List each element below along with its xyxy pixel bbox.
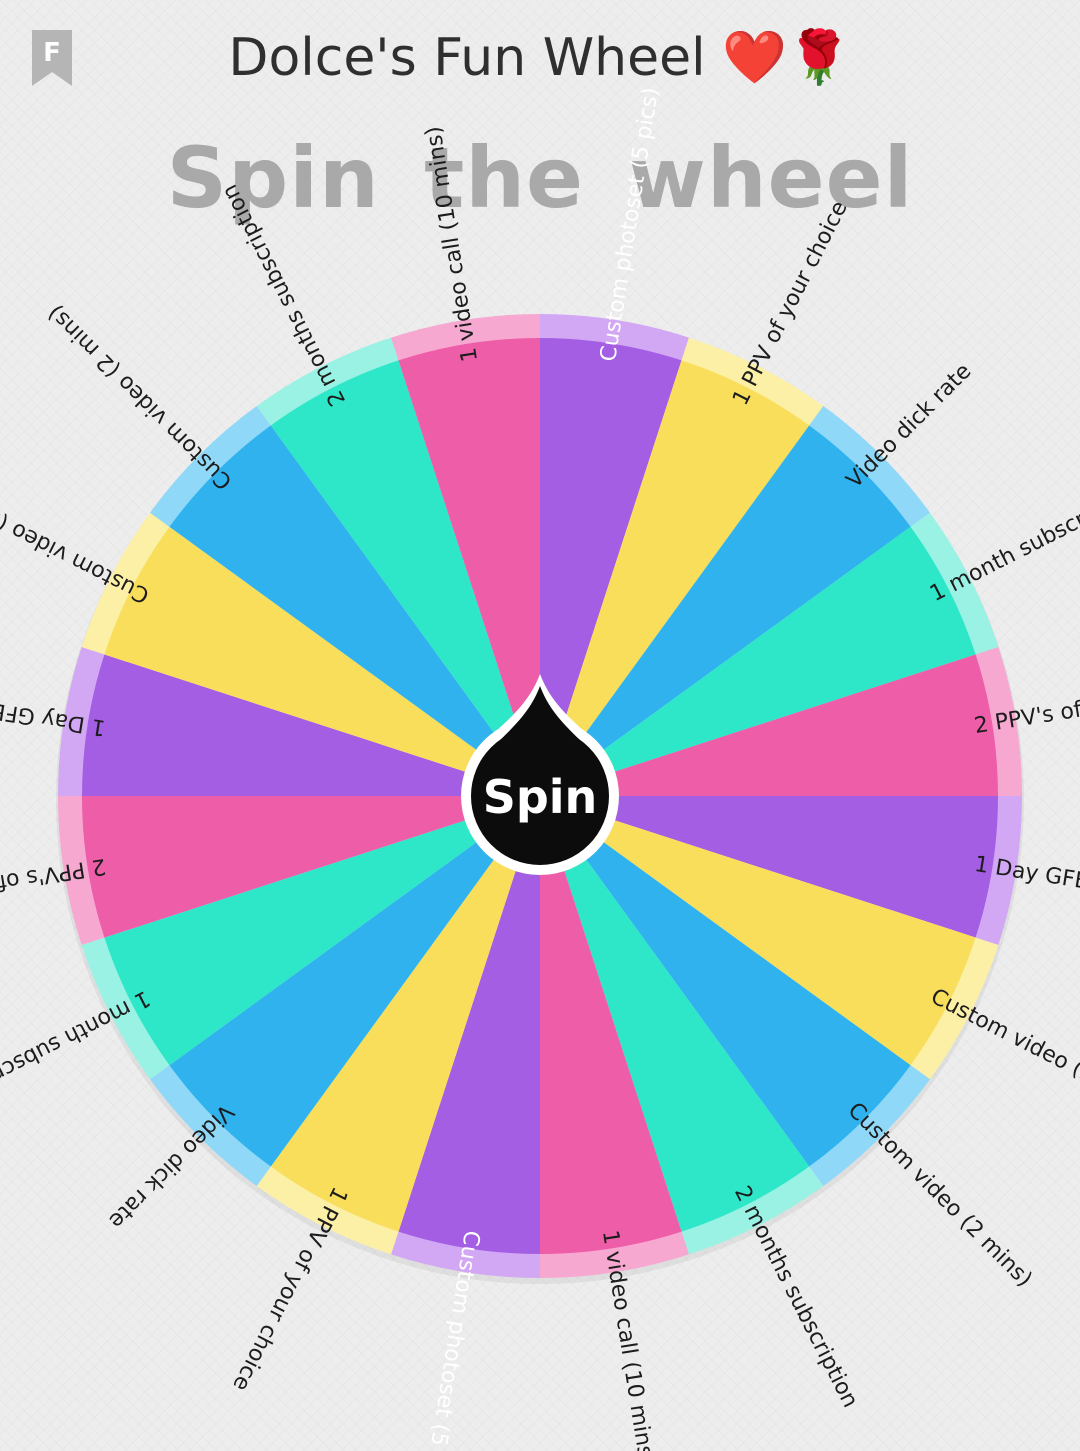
wheel-segment-label: 1 PPV of your choice xyxy=(728,197,853,409)
wheel-segment-label: 2 months subscription xyxy=(729,1182,863,1412)
wheel-segment-label: 2 months subscription xyxy=(217,180,351,410)
wheel-segment-label: 1 PPV of your choice xyxy=(227,1183,352,1395)
wheel-segment-label: Custom video (2 mins) xyxy=(843,1098,1037,1292)
wheel: Custom photoset (5 pics) 1 PPV of your ch… xyxy=(0,0,1080,1451)
spin-label: Spin xyxy=(483,770,598,824)
wheel-segment-label: Video dick rate xyxy=(842,359,977,494)
wheel-segment-label: Custom photoset (5 pics) xyxy=(596,86,664,364)
wheel-segment-label: Custom video (2 mins) xyxy=(43,300,237,494)
wheel-segment-label: Video dick rate xyxy=(104,1099,239,1234)
wheel-graphic: Custom photoset (5 pics) 1 PPV of your ch… xyxy=(0,86,1080,1451)
